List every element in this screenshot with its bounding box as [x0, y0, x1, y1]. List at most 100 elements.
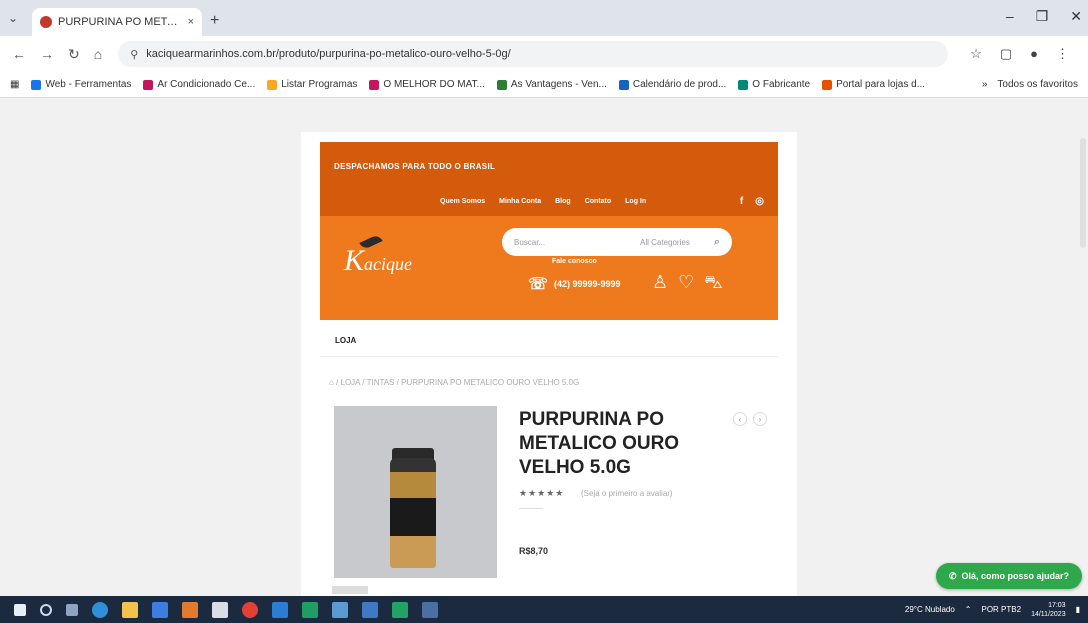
- window-controls: – ❐ ✕: [1006, 8, 1082, 25]
- product-thumbnail[interactable]: [332, 586, 368, 594]
- site-info-icon[interactable]: ⚲: [130, 48, 138, 61]
- section-title: LOJA: [335, 336, 357, 345]
- app-icon[interactable]: [392, 601, 408, 618]
- reload-icon[interactable]: ↻: [68, 46, 80, 63]
- bookmark-favicon-icon: [496, 79, 507, 90]
- apps-grid-icon[interactable]: ▦: [10, 79, 19, 90]
- page-scrollbar[interactable]: [1080, 138, 1086, 248]
- bookmark-item[interactable]: Calendário de prod...: [618, 79, 726, 90]
- new-tab-button[interactable]: +: [210, 12, 219, 30]
- next-product-icon[interactable]: ›: [753, 412, 767, 426]
- bookmarks-more-button[interactable]: »: [982, 79, 988, 90]
- clock-time: 17:03: [1048, 601, 1066, 609]
- bookmarks-right: » Todos os favoritos: [982, 79, 1078, 90]
- clock[interactable]: 17:03 14/11/2023: [1031, 601, 1066, 619]
- product-image[interactable]: [334, 406, 497, 578]
- windows-taskbar: 29°C Nublado ⌃ POR PTB2 17:03 14/11/2023…: [0, 596, 1088, 623]
- product-title: PURPURINA PO METALICO OURO VELHO 5.0G: [519, 409, 680, 478]
- account-icon[interactable]: ♙: [652, 272, 668, 296]
- top-menu: Quem Somos Minha Conta Blog Contato Log …: [440, 198, 646, 205]
- bookmark-item[interactable]: O MELHOR DO MAT...: [369, 79, 485, 90]
- search-taskbar-icon[interactable]: [40, 603, 52, 616]
- menu-item-blog[interactable]: Blog: [555, 198, 571, 205]
- reviews-link[interactable]: (Seja o primeiro a avaliar): [581, 489, 673, 498]
- whatsapp-label: Olá, como posso ajudar?: [961, 571, 1070, 581]
- cart-icon[interactable]: ⛍: [704, 272, 723, 296]
- facebook-icon[interactable]: f: [740, 196, 743, 207]
- menu-item-login[interactable]: Log In: [625, 198, 646, 205]
- bookmark-star-icon[interactable]: ☆: [970, 46, 982, 62]
- search-input[interactable]: Buscar...: [514, 238, 640, 247]
- notification-icon[interactable]: ▮: [1076, 605, 1080, 614]
- wishlist-heart-icon[interactable]: ♡: [678, 272, 694, 296]
- bookmark-item[interactable]: As Vantagens - Ven...: [496, 79, 607, 90]
- tab-close-icon[interactable]: ×: [188, 16, 194, 28]
- instagram-icon[interactable]: ◎: [755, 196, 764, 207]
- minimize-button[interactable]: –: [1006, 8, 1014, 25]
- task-view-icon[interactable]: [66, 603, 78, 616]
- shipping-banner: DESPACHAMOS PARA TODO O BRASIL: [334, 162, 496, 171]
- start-icon[interactable]: [14, 603, 26, 616]
- product-nav: ‹ ›: [733, 412, 767, 426]
- whatsapp-chat-button[interactable]: ✆ Olá, como posso ajudar?: [936, 563, 1082, 589]
- nav-buttons: ← → ↻ ⌂: [12, 46, 102, 63]
- breadcrumb[interactable]: ⌂ / LOJA / TINTAS / PURPURINA PO METALIC…: [329, 378, 579, 387]
- bookmark-favicon-icon: [31, 79, 42, 90]
- close-window-button[interactable]: ✕: [1070, 8, 1082, 25]
- home-icon[interactable]: ⌂: [94, 46, 102, 63]
- social-links: f ◎: [740, 196, 764, 207]
- tab-favicon-icon: [40, 16, 52, 28]
- edge-icon[interactable]: [92, 601, 108, 618]
- lang-indicator[interactable]: POR PTB2: [982, 605, 1022, 614]
- clock-date: 14/11/2023: [1031, 610, 1066, 618]
- site-logo[interactable]: Kacique: [344, 233, 412, 278]
- category-select[interactable]: All Categories: [640, 238, 690, 247]
- maximize-button[interactable]: ❐: [1036, 8, 1049, 25]
- prev-product-icon[interactable]: ‹: [733, 412, 747, 426]
- rating-stars[interactable]: ★★★★★: [519, 488, 564, 499]
- app-icon[interactable]: [272, 601, 288, 618]
- menu-dots-icon[interactable]: ⋮: [1056, 46, 1069, 62]
- menu-item-quem-somos[interactable]: Quem Somos: [440, 198, 485, 205]
- app-icon[interactable]: [212, 601, 228, 618]
- chrome-icon[interactable]: [242, 601, 258, 618]
- weather-widget[interactable]: 29°C Nublado: [905, 605, 955, 614]
- store-icon[interactable]: [152, 601, 168, 618]
- bookmark-favicon-icon: [143, 79, 154, 90]
- menu-item-minha-conta[interactable]: Minha Conta: [499, 198, 541, 205]
- browser-tab[interactable]: PURPURINA PO METALICO O... ×: [32, 8, 202, 36]
- extensions-icon[interactable]: ▢: [1000, 46, 1012, 62]
- app-icon[interactable]: [362, 601, 378, 618]
- bookmark-item[interactable]: O Fabricante: [738, 79, 810, 90]
- bookmark-item[interactable]: Listar Programas: [267, 79, 357, 90]
- phone-contact[interactable]: ☏ (42) 99999-9999: [528, 274, 621, 294]
- explorer-icon[interactable]: [122, 601, 138, 618]
- search-bar[interactable]: Buscar... All Categories ⌕: [502, 228, 732, 256]
- back-icon[interactable]: ←: [12, 46, 26, 63]
- contact-label: Fale conosco: [552, 258, 597, 265]
- header-icons: ♙ ♡ ⛍: [652, 272, 723, 296]
- bookmark-item[interactable]: Portal para lojas d...: [822, 79, 925, 90]
- tab-search-icon[interactable]: ⌄: [8, 11, 18, 25]
- header-top: DESPACHAMOS PARA TODO O BRASIL Quem Somo…: [320, 142, 778, 216]
- bookmark-favicon-icon: [618, 79, 629, 90]
- bookmark-favicon-icon: [369, 79, 380, 90]
- app-icon[interactable]: [422, 601, 438, 618]
- profile-icon[interactable]: ●: [1030, 46, 1038, 62]
- page-viewport: DESPACHAMOS PARA TODO O BRASIL Quem Somo…: [0, 98, 1088, 596]
- search-icon[interactable]: ⌕: [714, 236, 720, 249]
- glitter-jar: [390, 458, 436, 568]
- bookmark-item[interactable]: Web - Ferramentas: [31, 79, 131, 90]
- bookmark-item[interactable]: Ar Condicionado Ce...: [143, 79, 255, 90]
- mail-icon[interactable]: [182, 601, 198, 618]
- bookmarks-bar: ▦ Web - Ferramentas Ar Condicionado Ce..…: [0, 72, 1088, 98]
- phone-icon: ☏: [528, 276, 549, 293]
- all-bookmarks-folder[interactable]: Todos os favoritos: [997, 79, 1078, 90]
- app-icon[interactable]: [302, 601, 318, 618]
- app-icon[interactable]: [332, 601, 348, 618]
- browser-toolbar: ← → ↻ ⌂ ⚲ kaciquearmarinhos.com.br/produ…: [0, 36, 1088, 72]
- menu-item-contato[interactable]: Contato: [585, 198, 611, 205]
- tray-chevron-icon[interactable]: ⌃: [965, 605, 972, 614]
- address-bar[interactable]: ⚲ kaciquearmarinhos.com.br/produto/purpu…: [118, 41, 949, 67]
- forward-icon[interactable]: →: [40, 46, 54, 63]
